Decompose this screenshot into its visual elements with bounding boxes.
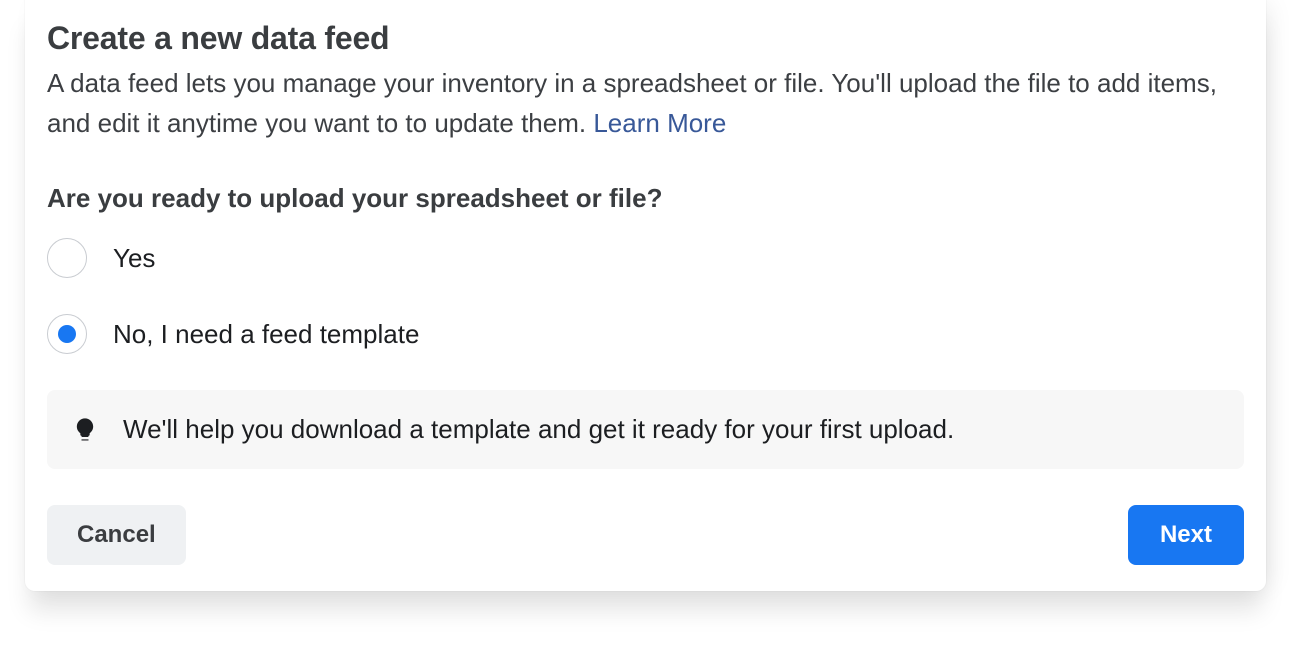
create-data-feed-card: Create a new data feed A data feed lets … (25, 0, 1266, 591)
radio-button-yes[interactable] (47, 238, 87, 278)
cancel-button[interactable]: Cancel (47, 505, 186, 565)
page-title: Create a new data feed (47, 20, 1244, 57)
upload-question: Are you ready to upload your spreadsheet… (47, 183, 1244, 214)
radio-button-no-template[interactable] (47, 314, 87, 354)
radio-option-yes[interactable]: Yes (47, 238, 1244, 278)
radio-label-yes: Yes (113, 243, 155, 274)
learn-more-link[interactable]: Learn More (593, 108, 726, 138)
radio-option-no-template[interactable]: No, I need a feed template (47, 314, 1244, 354)
radio-dot-icon (58, 325, 76, 343)
dialog-footer: Cancel Next (25, 505, 1266, 565)
lightbulb-icon (71, 416, 99, 444)
card-content: Create a new data feed A data feed lets … (25, 20, 1266, 469)
info-box: We'll help you download a template and g… (47, 390, 1244, 469)
page-description: A data feed lets you manage your invento… (47, 63, 1227, 143)
next-button[interactable]: Next (1128, 505, 1244, 565)
radio-label-no-template: No, I need a feed template (113, 319, 419, 350)
info-message: We'll help you download a template and g… (123, 414, 954, 445)
